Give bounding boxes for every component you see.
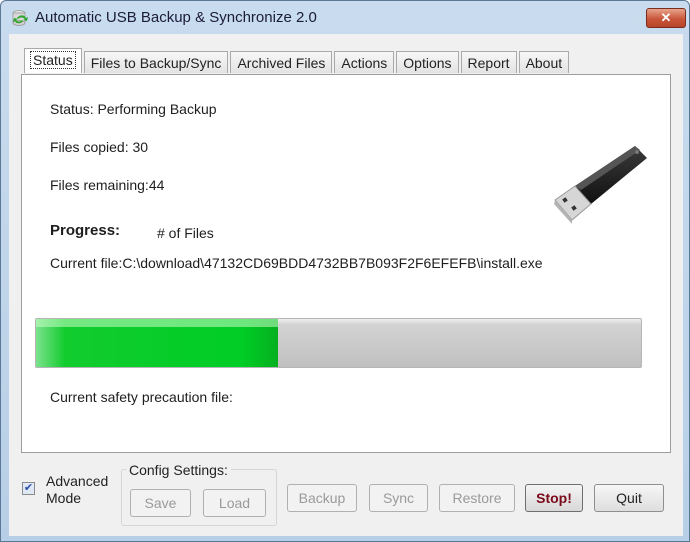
tab-archived-files[interactable]: Archived Files (230, 51, 333, 73)
restore-button[interactable]: Restore (439, 484, 515, 512)
tab-bar: Status Files to Backup/Sync Archived Fil… (24, 48, 571, 74)
status-text: Status: Performing Backup (50, 101, 217, 117)
progress-bar (35, 318, 642, 368)
tab-label: Status (30, 51, 76, 69)
advanced-mode-label-line2: Mode (46, 490, 82, 506)
advanced-mode-label[interactable]: Advanced Mode (46, 473, 108, 507)
files-remaining: Files remaining:44 (50, 177, 165, 193)
tab-label: About (525, 55, 563, 71)
tab-status[interactable]: Status (24, 48, 82, 73)
tab-label: Options (403, 55, 452, 71)
safety-precaution-file: Current safety precaution file: (50, 389, 233, 405)
progress-label: Progress: (50, 222, 121, 239)
tab-report[interactable]: Report (460, 51, 517, 73)
tab-about[interactable]: About (518, 51, 570, 73)
window-title: Automatic USB Backup & Synchronize 2.0 (35, 9, 317, 26)
save-config-button[interactable]: Save (130, 489, 191, 517)
files-copied: Files copied: 30 (50, 139, 149, 155)
quit-button[interactable]: Quit (594, 484, 664, 512)
bottom-bar: ✔ Advanced Mode Config Settings: Save Lo… (9, 453, 683, 536)
current-file: Current file:C:\download\47132CD69BDD473… (50, 255, 543, 271)
app-window: Automatic USB Backup & Synchronize 2.0 ✕… (0, 0, 690, 542)
client-area: Status Files to Backup/Sync Archived Fil… (9, 34, 683, 536)
advanced-mode-checkbox[interactable]: ✔ (22, 482, 35, 495)
usb-drive-icon (554, 146, 647, 224)
status-panel: Status: Performing Backup Files copied: … (21, 74, 671, 453)
tab-files-to-backup-sync[interactable]: Files to Backup/Sync (83, 51, 229, 73)
close-icon: ✕ (660, 10, 672, 25)
progress-fill (36, 319, 278, 367)
tab-label: Files to Backup/Sync (90, 55, 222, 71)
progress-mode: # of Files (157, 225, 214, 241)
close-button[interactable]: ✕ (646, 8, 686, 28)
sync-button[interactable]: Sync (369, 484, 428, 512)
tab-label: Report (467, 55, 510, 71)
backup-button[interactable]: Backup (287, 484, 357, 512)
advanced-mode-label-line1: Advanced (46, 473, 109, 489)
config-settings-title: Config Settings: (126, 462, 231, 478)
tab-label: Actions (341, 55, 388, 71)
tab-options[interactable]: Options (396, 51, 459, 73)
tab-label: Archived Files (237, 55, 326, 71)
app-icon (12, 10, 28, 26)
title-bar[interactable]: Automatic USB Backup & Synchronize 2.0 ✕ (1, 1, 689, 35)
load-config-button[interactable]: Load (203, 489, 266, 517)
tab-actions[interactable]: Actions (334, 51, 395, 73)
stop-button[interactable]: Stop! (525, 484, 583, 512)
